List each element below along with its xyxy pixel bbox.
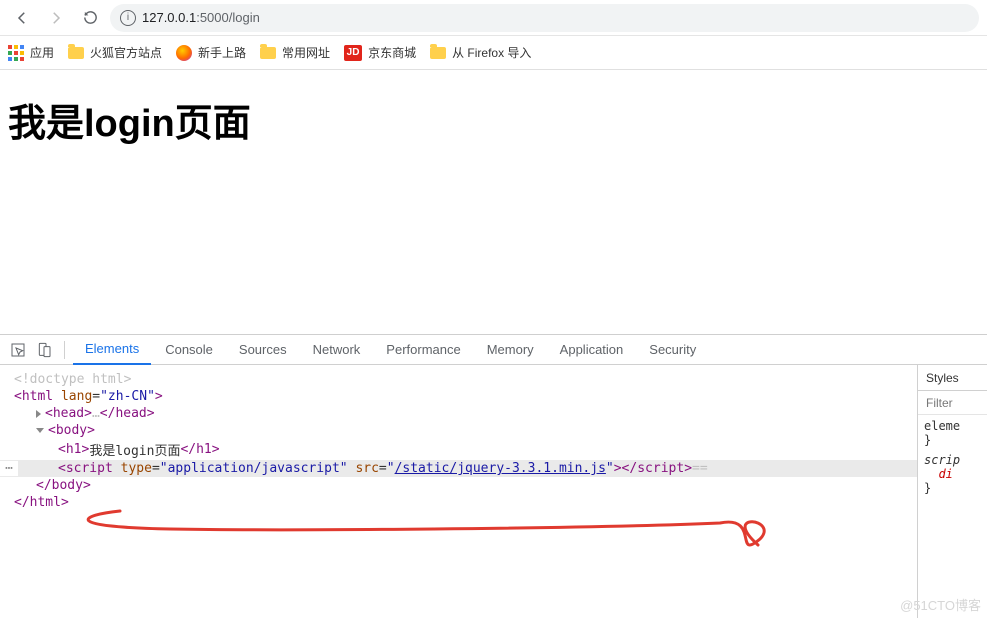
page-content: 我是login页面	[0, 70, 987, 334]
dom-script-selected[interactable]: ⋯ <script type="application/javascript" …	[0, 460, 917, 477]
dom-html-open[interactable]: <html lang="zh-CN">	[0, 388, 917, 405]
dom-h1[interactable]: <h1>我是login页面</h1>	[0, 439, 917, 460]
folder-icon	[430, 47, 446, 59]
collapse-icon[interactable]	[36, 428, 44, 433]
styles-pane: Styles Filter eleme } scrip di }	[917, 365, 987, 618]
url-host: 127.0.0.1	[142, 10, 196, 25]
dom-body-close[interactable]: </body>	[0, 477, 917, 494]
dom-body-open[interactable]: <body>	[0, 422, 917, 439]
apps-shortcut[interactable]: 应用	[8, 44, 54, 61]
bookmarks-bar: 应用 火狐官方站点 新手上路 常用网址 JD 京东商城 从 Firefox 导入	[0, 36, 987, 70]
bookmark-label: 新手上路	[198, 44, 246, 61]
dom-tree[interactable]: <!doctype html> <html lang="zh-CN"> <hea…	[0, 365, 917, 618]
apps-icon	[8, 45, 24, 61]
tab-elements[interactable]: Elements	[73, 335, 151, 365]
device-toggle-icon[interactable]	[32, 338, 56, 362]
bookmark-label: 从 Firefox 导入	[452, 44, 531, 61]
divider	[64, 341, 65, 359]
dom-head[interactable]: <head>…</head>	[0, 405, 917, 422]
tab-console[interactable]: Console	[153, 335, 225, 365]
dom-html-close[interactable]: </html>	[0, 494, 917, 511]
styles-filter[interactable]: Filter	[918, 391, 987, 415]
bookmark-jd[interactable]: JD 京东商城	[344, 44, 416, 61]
tab-sources[interactable]: Sources	[227, 335, 299, 365]
devtools-body: <!doctype html> <html lang="zh-CN"> <hea…	[0, 365, 987, 618]
folder-icon	[260, 47, 276, 59]
bookmark-label: 常用网址	[282, 44, 330, 61]
expand-icon[interactable]	[36, 410, 41, 418]
devtools-tablist: Elements Console Sources Network Perform…	[0, 335, 987, 365]
ellipsis-icon: ⋯	[0, 461, 18, 476]
tab-memory[interactable]: Memory	[475, 335, 546, 365]
back-button[interactable]	[8, 4, 36, 32]
styles-tab[interactable]: Styles	[918, 365, 987, 391]
bookmark-label: 火狐官方站点	[90, 44, 162, 61]
folder-icon	[68, 47, 84, 59]
inspect-icon[interactable]	[6, 338, 30, 362]
firefox-icon	[176, 45, 192, 61]
devtools-panel: Elements Console Sources Network Perform…	[0, 334, 987, 618]
tab-performance[interactable]: Performance	[374, 335, 472, 365]
tab-application[interactable]: Application	[548, 335, 636, 365]
site-info-icon[interactable]: i	[120, 10, 136, 26]
tab-network[interactable]: Network	[301, 335, 373, 365]
dom-doctype[interactable]: <!doctype html>	[0, 371, 917, 388]
tab-security[interactable]: Security	[637, 335, 708, 365]
bookmark-label: 京东商城	[368, 44, 416, 61]
watermark: @51CTO博客	[900, 595, 981, 614]
apps-label: 应用	[30, 44, 54, 61]
page-heading: 我是login页面	[8, 92, 979, 147]
bookmark-newbie[interactable]: 新手上路	[176, 44, 246, 61]
address-bar[interactable]: i 127.0.0.1:5000/login	[110, 4, 979, 32]
bookmark-firefox-site[interactable]: 火狐官方站点	[68, 44, 162, 61]
bookmark-common[interactable]: 常用网址	[260, 44, 330, 61]
url-path: :5000/login	[196, 10, 260, 25]
forward-button[interactable]	[42, 4, 70, 32]
bookmark-from-firefox[interactable]: 从 Firefox 导入	[430, 44, 531, 61]
annotation-stroke	[20, 505, 780, 565]
styles-rules[interactable]: eleme } scrip di }	[918, 415, 987, 618]
jd-icon: JD	[344, 45, 362, 61]
browser-nav-bar: i 127.0.0.1:5000/login	[0, 0, 987, 36]
reload-button[interactable]	[76, 4, 104, 32]
